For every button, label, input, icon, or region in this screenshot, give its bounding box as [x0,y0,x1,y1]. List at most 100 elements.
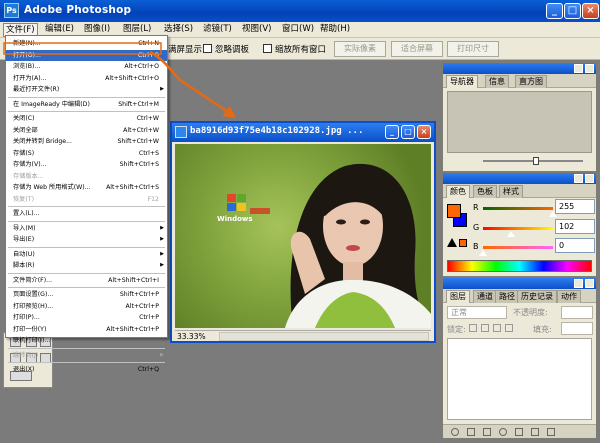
menu-filter[interactable]: 滤镜(T) [201,23,234,37]
file-menu-item[interactable]: 页面设置(G)... Shift+Ctrl+P [6,289,167,300]
actual-pixels-button[interactable]: 实际像素 [334,41,386,57]
submenu-arrow-icon: ▶ [160,262,164,268]
slider-r[interactable] [483,207,553,210]
zoom-all-windows-checkbox[interactable] [263,44,272,53]
file-menu-item[interactable]: 关闭并转到 Bridge... Shift+Ctrl+W [6,136,167,147]
zoom-level[interactable]: 33.33% [177,331,206,342]
file-menu-item[interactable]: 脚本(R) ▶ [6,260,167,271]
tab-history[interactable]: 历史记录 [517,290,557,303]
file-menu-item[interactable]: 关闭全部 Alt+Ctrl+W [6,125,167,136]
print-size-button[interactable]: 打印尺寸 [447,41,499,57]
layer-mask-icon[interactable] [483,428,491,436]
tab-info[interactable]: 信息 [485,75,509,88]
blend-mode-select[interactable]: 正常 [447,306,507,319]
layers-list[interactable] [447,338,592,420]
horizontal-scrollbar[interactable] [219,332,429,341]
color-panel-header[interactable] [443,173,596,184]
file-menu-item[interactable]: 存储为 Web 所用格式(W)... Alt+Shift+Ctrl+S [6,182,167,193]
tab-navigator[interactable]: 导航器 [446,75,478,88]
lock-pixels-icon[interactable] [481,324,489,332]
lock-position-icon[interactable] [493,324,501,332]
file-menu-item[interactable]: 联机打印(I)... [6,335,167,346]
slider-b[interactable] [483,246,553,249]
panel-minimize-button[interactable] [574,64,583,73]
file-menu-item[interactable]: 关闭(C) Ctrl+W [6,113,167,124]
file-menu-item[interactable]: 导入(M) ▶ [6,223,167,234]
file-menu-item[interactable]: 自动(U) ▶ [6,249,167,260]
fit-screen-button[interactable]: 适合屏幕 [391,41,443,57]
tab-histogram[interactable]: 直方图 [515,75,547,88]
file-menu-item[interactable]: 存储(S) Ctrl+S [6,148,167,159]
maximize-button[interactable]: □ [564,3,581,19]
minimize-button[interactable]: _ [546,3,563,19]
tab-styles[interactable]: 样式 [499,185,523,198]
value-field-b[interactable]: 0 [555,238,595,253]
document-window[interactable]: ba8916d93f75e4b18c102928.jpg ... _ □ × W… [170,121,436,343]
new-layer-icon[interactable] [531,428,539,436]
file-menu-item[interactable]: 置入(L)... [6,208,167,219]
menu-item-label: 脚本(R) [13,262,35,269]
navigator-zoom-knob[interactable] [533,157,539,165]
file-menu-item[interactable]: 文件简介(F)... Alt+Shift+Ctrl+I [6,275,167,286]
delete-layer-icon[interactable] [547,428,555,436]
tab-paths[interactable]: 路径 [495,290,519,303]
panel-close-button[interactable] [585,64,594,73]
lock-transparency-icon[interactable] [469,324,477,332]
resize-windows-label[interactable]: 满屏显示 [168,43,202,55]
file-menu-item[interactable]: 打开为(A)... Alt+Shift+Ctrl+O [6,73,167,84]
layer-style-icon[interactable] [467,428,475,436]
doc-maximize-button[interactable]: □ [401,125,415,139]
file-menu-item[interactable]: 打开(O)... Ctrl+O [6,49,167,61]
lock-all-icon[interactable] [505,324,513,332]
file-menu-item[interactable]: 最近打开文件(R) ▶ [6,84,167,95]
slider-g[interactable] [483,227,553,230]
menu-item-label: 新建(N)... [13,40,41,47]
tab-channels[interactable]: 通道 [473,290,497,303]
tab-actions[interactable]: 动作 [557,290,581,303]
navigator-preview[interactable] [447,91,592,153]
gamut-warning-icon[interactable] [447,238,457,247]
fill-field[interactable] [561,322,593,335]
panel-close-button[interactable] [585,279,594,288]
link-layers-icon[interactable] [451,428,459,436]
value-field-g[interactable]: 102 [555,219,595,234]
panel-minimize-button[interactable] [574,174,583,183]
file-menu-item[interactable]: 导出(E) ▶ [6,234,167,245]
adjustment-layer-icon[interactable] [499,428,507,436]
foreground-color-swatch[interactable] [447,204,461,218]
file-menu-item[interactable]: 打印预览(H)... Alt+Ctrl+P [6,301,167,312]
tab-color[interactable]: 颜色 [446,185,470,198]
doc-close-button[interactable]: × [417,125,431,139]
menu-view[interactable]: 视图(V) [240,23,273,37]
menu-item-label: 存储版本... [13,172,44,180]
file-menu-item[interactable]: 存储为(V)... Shift+Ctrl+S [6,159,167,170]
slider-knob-g[interactable] [507,231,515,237]
panel-close-button[interactable] [585,174,594,183]
menu-help[interactable]: 帮助(H) [318,23,352,37]
doc-minimize-button[interactable]: _ [385,125,399,139]
ignore-palettes-checkbox[interactable] [203,44,212,53]
color-spectrum-bar[interactable] [447,260,592,272]
file-menu-item[interactable]: 打印(P)... Ctrl+P [6,312,167,323]
file-menu-item[interactable]: 退出(X) Ctrl+Q [6,364,167,375]
gamut-color-swatch[interactable] [459,239,467,247]
menu-item-label: 导出(E) [13,236,35,243]
tab-layers[interactable]: 图层 [446,290,470,303]
opacity-field[interactable] [561,306,593,319]
file-menu-item[interactable]: 新建(N)... Ctrl+N [6,38,167,49]
value-field-r[interactable]: 255 [555,199,595,214]
panel-minimize-button[interactable] [574,279,583,288]
navigator-panel-header[interactable] [443,63,596,74]
layers-panel-header[interactable] [443,278,596,289]
new-group-icon[interactable] [515,428,523,436]
close-button[interactable]: × [582,3,599,19]
zoom-all-windows-label: 缩放所有窗口 [275,45,327,55]
menu-window[interactable]: 窗口(W) [280,23,316,37]
document-canvas[interactable]: Windows [175,144,431,328]
file-menu-item[interactable]: 打印一份(Y) Alt+Shift+Ctrl+P [6,324,167,335]
document-titlebar[interactable]: ba8916d93f75e4b18c102928.jpg ... _ □ × [172,123,434,142]
file-menu-item[interactable]: 浏览(B)... Alt+Ctrl+O [6,61,167,72]
slider-knob-b[interactable] [479,250,487,256]
tab-swatches[interactable]: 色板 [473,185,497,198]
file-menu-item[interactable]: 在 ImageReady 中编辑(D) Shift+Ctrl+M [6,99,167,110]
